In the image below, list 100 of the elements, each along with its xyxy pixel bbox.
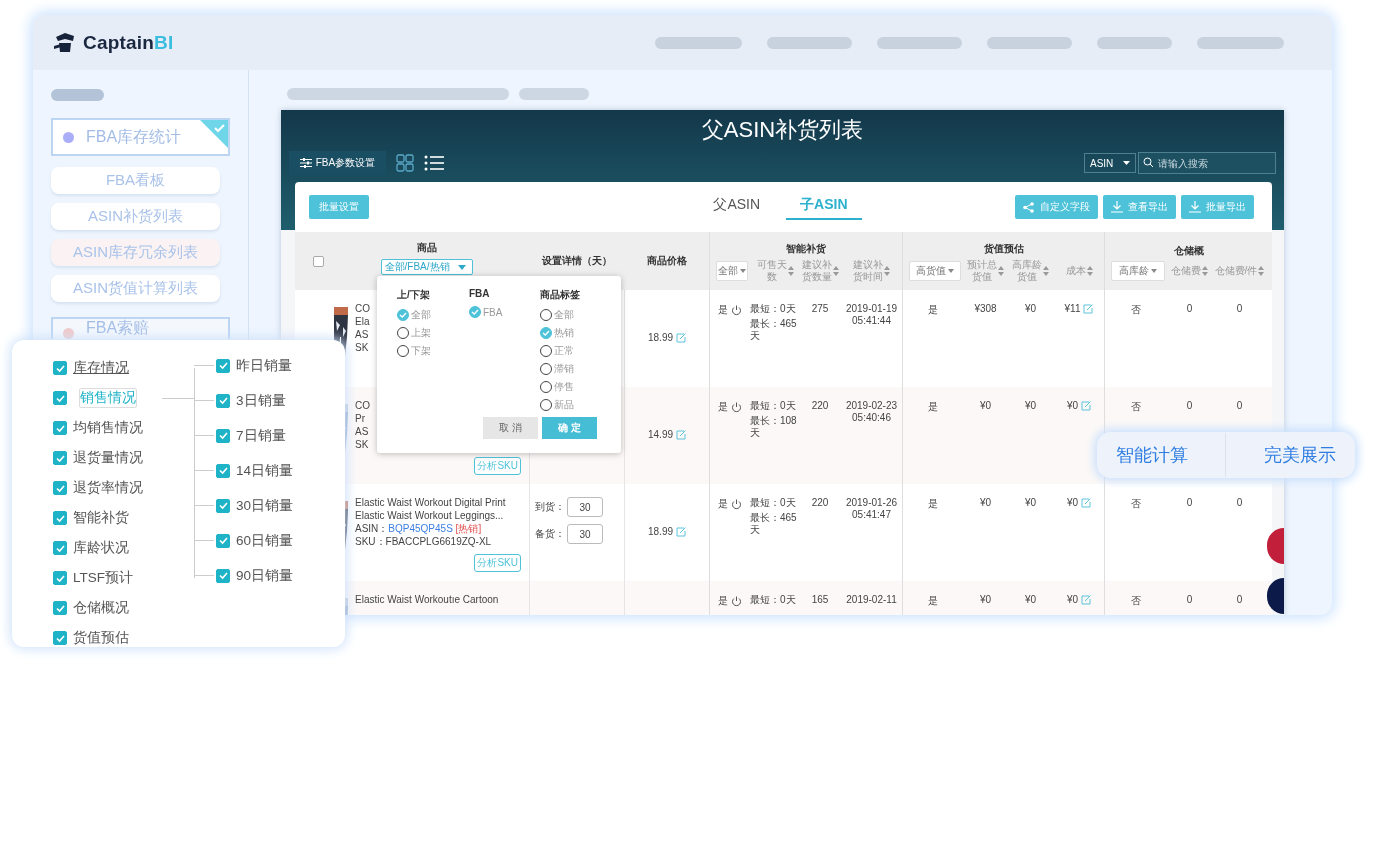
column-header[interactable]: 建议补货时间 [853,258,883,283]
radio-option[interactable]: 全部 [397,306,431,324]
list-view-icon[interactable] [424,155,444,171]
field-label[interactable]: 90日销量 [236,566,294,585]
radio-option[interactable]: 下架 [397,342,431,360]
sort-icon[interactable] [832,265,839,276]
column-header[interactable]: 可售天数 [756,258,787,283]
filter-select[interactable]: 高货值 [909,260,961,281]
checkbox[interactable] [216,358,230,373]
checkbox[interactable] [53,481,67,495]
checkbox[interactable] [53,601,67,615]
radio-option[interactable]: 停售 [540,378,574,396]
radio-button[interactable] [397,309,409,321]
days-input[interactable]: 30 [567,524,603,544]
field-label[interactable]: 退货量情况 [73,449,143,467]
checkbox[interactable] [216,498,230,513]
analyze-sku-button[interactable]: 分析SKU [474,457,521,475]
field-label[interactable]: 7日销量 [236,426,286,445]
checkbox[interactable] [216,393,230,408]
filter-select[interactable]: 全部 [716,260,748,281]
sort-icon[interactable] [1086,265,1093,276]
checkbox[interactable] [53,511,67,525]
edit-icon[interactable] [1081,401,1092,411]
power-icon[interactable] [731,401,742,413]
menu-item[interactable]: ASIN库存冗余列表 [51,239,220,266]
settings-button[interactable]: FBA参数设置 [289,151,386,175]
sort-icon[interactable] [884,265,890,276]
column-header[interactable]: 预计总货值 [967,258,997,283]
column-header[interactable]: 高库龄货值 [1012,258,1042,283]
days-input[interactable]: 30 [567,497,603,517]
radio-option[interactable]: 上架 [397,324,431,342]
field-label[interactable]: 仓储概况 [73,599,129,617]
field-label[interactable]: LTSF预计 [73,569,133,587]
radio-option[interactable]: 热销 [540,324,574,342]
menu-group[interactable]: FBA索赔 [51,317,230,339]
column-header[interactable]: 建议补货数量 [801,258,832,283]
sort-icon[interactable] [1043,265,1049,276]
radio-option[interactable]: 新品 [540,396,574,414]
scope-select[interactable]: ASIN [1084,153,1136,173]
field-label[interactable]: 货值预估 [73,629,129,647]
product-filter-select[interactable]: 全部/FBA/热销 [380,259,473,275]
action-button[interactable]: 批量导出 [1181,195,1254,219]
radio-option[interactable]: 正常 [540,342,574,360]
radio-option[interactable]: 滞销 [540,360,574,378]
field-label[interactable]: 均销售情况 [73,419,143,437]
power-icon[interactable] [731,498,742,510]
checkbox[interactable] [53,421,67,435]
checkbox[interactable] [53,571,67,585]
search-field[interactable]: 请输入搜索 [1138,152,1276,174]
power-icon[interactable] [731,304,742,316]
menu-group[interactable]: FBA库存统计 [51,118,230,156]
field-label[interactable]: 昨日销量 [236,356,292,375]
checkbox[interactable] [216,568,230,583]
checkbox[interactable] [53,541,67,555]
column-header[interactable]: 仓储费 [1171,264,1201,277]
select-all-checkbox[interactable] [313,255,324,267]
tab[interactable]: 父ASIN [701,194,773,220]
field-label[interactable]: 3日销量 [236,391,286,410]
radio-button[interactable] [540,327,552,339]
edit-icon[interactable] [1081,498,1092,508]
edit-icon[interactable] [676,527,686,537]
sort-icon[interactable] [1202,265,1208,276]
checkbox[interactable] [53,391,67,405]
menu-item[interactable]: ASIN货值计算列表 [51,275,220,302]
field-label[interactable]: 14日销量 [236,461,294,480]
grid-view-icon[interactable] [396,154,414,172]
edit-icon[interactable] [676,430,686,440]
analyze-sku-button[interactable]: 分析SKU [474,554,521,572]
cancel-button[interactable]: 取 消 [483,417,538,439]
field-label[interactable]: 退货率情况 [73,479,143,497]
radio-button[interactable] [469,306,481,318]
power-icon[interactable] [731,595,742,607]
field-label[interactable]: 60日销量 [236,531,294,550]
edit-icon[interactable] [1083,304,1094,314]
checkbox[interactable] [216,428,230,443]
checkbox[interactable] [53,451,67,465]
column-header[interactable]: 成本 [1065,264,1086,277]
field-label[interactable]: 库存情况 [73,359,129,377]
radio-option[interactable]: FBA [469,303,503,321]
menu-item[interactable]: FBA看板 [51,167,220,194]
action-button[interactable]: 自定义字段 [1015,195,1098,219]
field-label[interactable]: 30日销量 [236,496,294,515]
confirm-button[interactable]: 确 定 [542,417,597,439]
sort-icon[interactable] [787,265,794,276]
field-label[interactable]: 库龄状况 [73,539,129,557]
checkbox[interactable] [53,361,67,375]
sort-icon[interactable] [998,265,1004,276]
checkbox[interactable] [53,631,67,645]
edit-icon[interactable] [1081,595,1092,605]
checkbox[interactable] [216,463,230,478]
batch-settings-button[interactable]: 批量设置 [309,195,369,219]
checkbox[interactable] [216,533,230,548]
tab[interactable]: 子ASIN [786,194,862,220]
action-button[interactable]: 查看导出 [1103,195,1176,219]
column-header[interactable]: 仓储费/件 [1214,264,1258,277]
field-label[interactable]: 销售情况 [79,388,137,408]
menu-item[interactable]: ASIN补货列表 [51,203,220,230]
radio-option[interactable]: 全部 [540,306,574,324]
edit-icon[interactable] [676,333,686,343]
sort-icon[interactable] [1258,265,1265,276]
